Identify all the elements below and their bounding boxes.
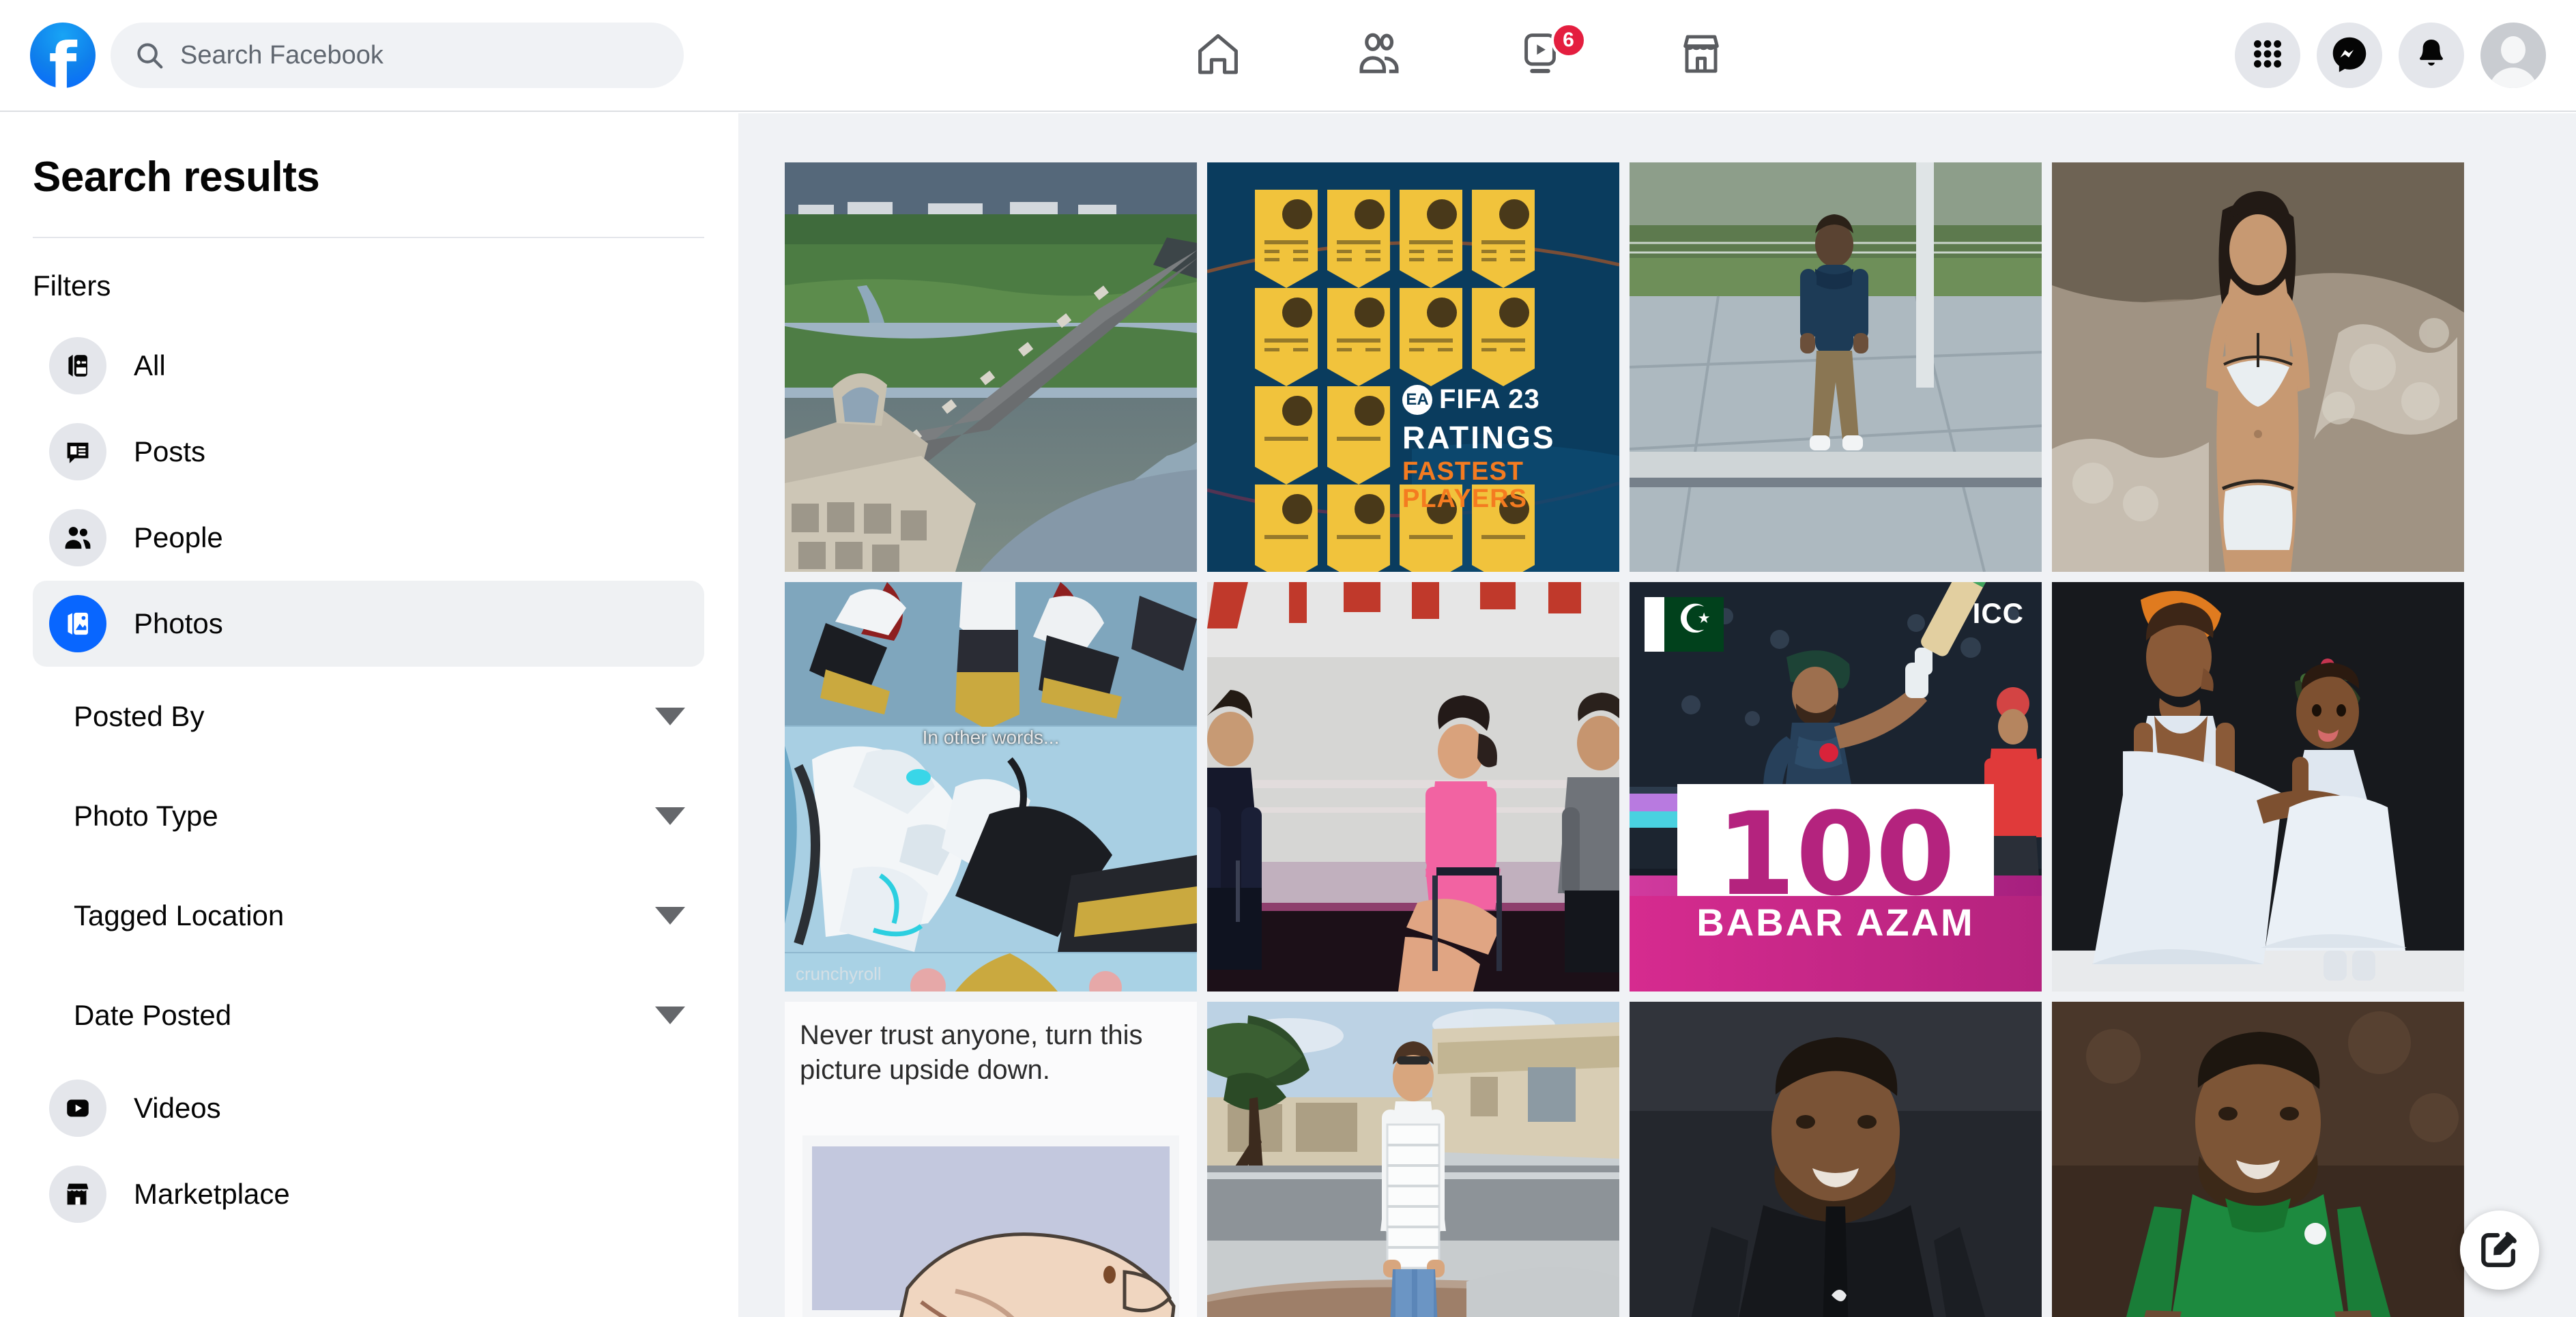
photo-thumbnail — [785, 582, 1197, 992]
chevron-down-icon — [655, 907, 685, 925]
anime-subtitle: In other words... — [922, 727, 1060, 748]
subfilter-label: Photo Type — [74, 800, 218, 832]
marketplace-store-icon — [49, 1166, 106, 1223]
photo-grid: EA FIFA 23 RATINGS FASTEST PLAYERS In ot… — [785, 162, 2464, 1317]
subfilter-tagged-location[interactable]: Tagged Location — [33, 866, 704, 966]
fifa-fastest-line: FASTEST — [1402, 457, 1524, 487]
photo-thumbnail — [1207, 1002, 1619, 1317]
nav-center-tabs: 6 — [684, 13, 2235, 98]
sidebar-item-photos[interactable]: Photos — [33, 581, 704, 667]
chevron-down-icon — [655, 807, 685, 825]
photo-tile[interactable] — [785, 162, 1197, 572]
posts-icon — [49, 423, 106, 480]
nav-left-group: Search Facebook — [0, 23, 684, 99]
subfilter-label: Date Posted — [74, 999, 232, 1031]
tab-marketplace[interactable] — [1621, 13, 1782, 98]
photo-tile[interactable]: ICC 100 BABAR AZAM — [1630, 582, 2042, 992]
chevron-down-icon — [655, 1007, 685, 1024]
sidebar-item-people[interactable]: People — [33, 495, 704, 581]
photo-tile[interactable] — [1207, 582, 1619, 992]
photo-tile[interactable]: BREAKING NEWS FROM — [1630, 1002, 2042, 1317]
search-placeholder: Search Facebook — [180, 40, 383, 70]
photo-tile[interactable] — [2052, 162, 2464, 572]
fifa-overlay: EA FIFA 23 RATINGS FASTEST PLAYERS — [1402, 384, 1556, 513]
marketplace-store-icon — [1677, 30, 1725, 81]
tab-friends[interactable] — [1299, 13, 1460, 98]
search-filters-sidebar: Search results Filters All Posts People … — [0, 113, 737, 1317]
facebook-logo-icon[interactable] — [30, 23, 96, 99]
sidebar-item-videos[interactable]: Videos — [33, 1065, 704, 1151]
friends-icon — [1354, 29, 1404, 83]
photo-thumbnail — [1630, 1002, 2042, 1317]
sidebar-item-label: Posts — [134, 435, 206, 467]
century-score: 100 — [1716, 787, 1956, 921]
ea-logo-icon: EA — [1402, 384, 1432, 415]
player-name-strip: BABAR AZAM — [1630, 896, 2042, 992]
chevron-down-icon — [655, 708, 685, 725]
bell-icon — [2414, 36, 2449, 75]
sidebar-item-label: Marketplace — [134, 1178, 290, 1210]
sidebar-item-all[interactable]: All — [33, 323, 704, 409]
search-input[interactable]: Search Facebook — [111, 23, 684, 88]
photo-thumbnail — [2052, 582, 2464, 992]
icc-logo: ICC — [1972, 597, 2024, 629]
photo-thumbnail — [1630, 162, 2042, 572]
videos-play-icon — [49, 1080, 106, 1137]
subfilter-label: Posted By — [74, 700, 205, 732]
photo-thumbnail — [2052, 162, 2464, 572]
subfilter-date-posted[interactable]: Date Posted — [33, 966, 704, 1065]
subfilter-label: Tagged Location — [74, 899, 285, 931]
photo-tile[interactable]: In other words... crunchyroll — [785, 582, 1197, 992]
compose-button[interactable] — [2460, 1211, 2539, 1290]
photo-thumbnail — [785, 162, 1197, 572]
photo-thumbnail — [2052, 1002, 2464, 1317]
home-icon — [1193, 29, 1243, 82]
fifa-title: FIFA 23 — [1439, 384, 1540, 415]
player-name: BABAR AZAM — [1696, 901, 1975, 944]
tab-home[interactable] — [1138, 13, 1299, 98]
messenger-button[interactable] — [2317, 23, 2382, 88]
photo-tile[interactable]: BREAKING NEWS FROM — [2052, 1002, 2464, 1317]
sidebar-item-label: Videos — [134, 1092, 221, 1124]
subfilter-photo-type[interactable]: Photo Type — [33, 766, 704, 866]
photos-icon — [49, 595, 106, 652]
messenger-icon — [2330, 35, 2369, 76]
sidebar-item-marketplace[interactable]: Marketplace — [33, 1151, 704, 1237]
filters-heading: Filters — [33, 270, 111, 302]
pakistan-flag-icon — [1645, 597, 1724, 652]
fifa-players-line: PLAYERS — [1402, 484, 1527, 514]
subfilter-posted-by[interactable]: Posted By — [33, 667, 704, 766]
sidebar-divider — [33, 237, 704, 238]
photo-tile[interactable] — [1207, 1002, 1619, 1317]
grid-menu-button[interactable] — [2235, 23, 2300, 88]
photo-thumbnail — [1207, 582, 1619, 992]
fifa-ratings-label: RATINGS — [1402, 420, 1556, 456]
filter-list: All Posts People Photos Posted By Photo … — [33, 323, 704, 1237]
notifications-button[interactable] — [2399, 23, 2464, 88]
search-icon — [134, 40, 165, 71]
profile-avatar[interactable] — [2480, 23, 2546, 88]
people-icon — [49, 509, 106, 566]
photo-results-area: EA FIFA 23 RATINGS FASTEST PLAYERS In ot… — [738, 113, 2576, 1317]
meme-caption: Never trust anyone, turn this picture up… — [800, 1020, 1143, 1086]
sidebar-item-posts[interactable]: Posts — [33, 409, 704, 495]
crunchyroll-watermark: crunchyroll — [796, 964, 882, 984]
photo-tile[interactable] — [2052, 582, 2464, 992]
top-navigation-bar: Search Facebook — [0, 0, 2576, 112]
photo-tile[interactable] — [1630, 162, 2042, 572]
tab-video[interactable]: 6 — [1460, 13, 1621, 98]
grid-menu-icon — [2251, 37, 2285, 74]
sidebar-item-label: People — [134, 521, 223, 553]
photo-tile[interactable]: EA FIFA 23 RATINGS FASTEST PLAYERS — [1207, 162, 1619, 572]
sidebar-item-label: Photos — [134, 607, 223, 639]
compose-edit-icon — [2477, 1226, 2522, 1275]
nav-right-group — [2235, 23, 2576, 88]
photo-tile[interactable]: Never trust anyone, turn this picture up… — [785, 1002, 1197, 1317]
video-notification-badge: 6 — [1550, 23, 1587, 58]
page-title: Search results — [33, 154, 320, 201]
all-results-icon — [49, 337, 106, 394]
sidebar-item-label: All — [134, 349, 166, 381]
